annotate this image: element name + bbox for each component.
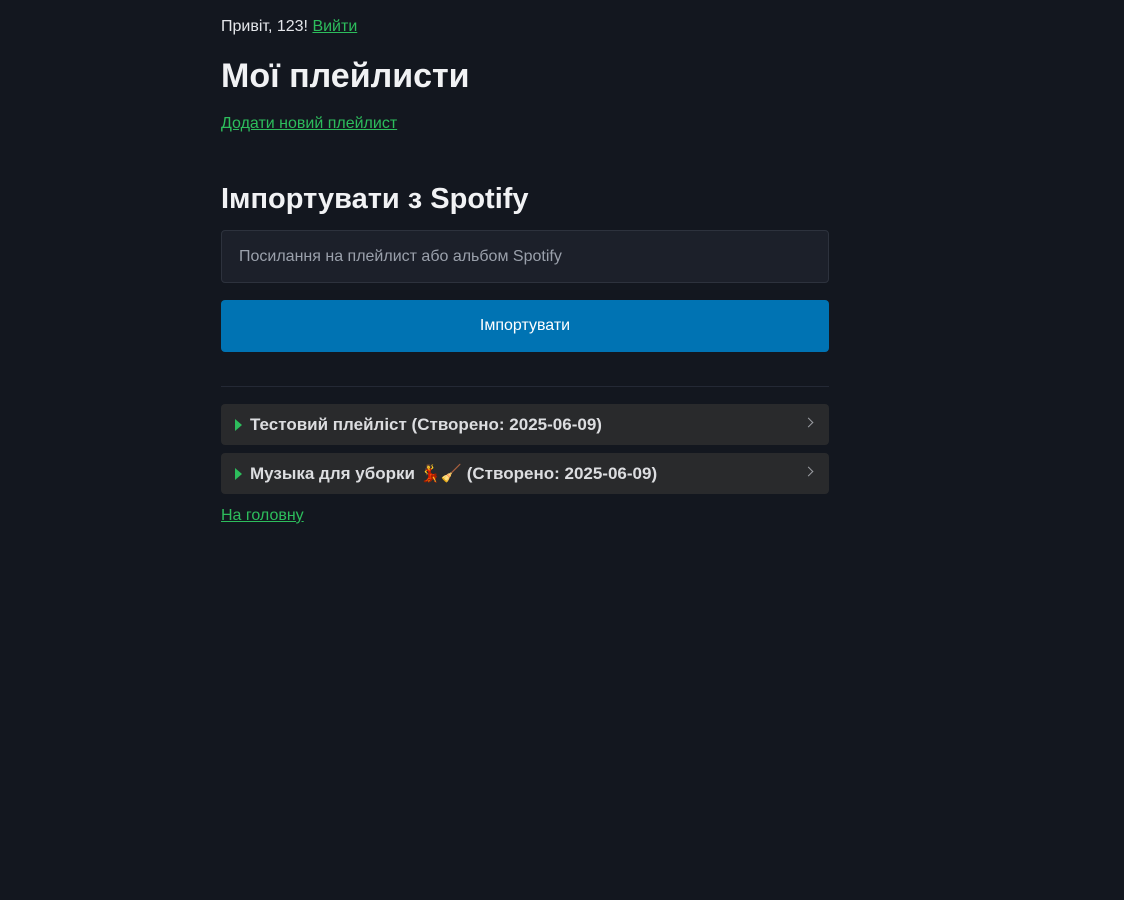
greeting-text: Привіт, 123! [221, 18, 308, 35]
caret-right-icon [235, 468, 242, 480]
add-playlist-link[interactable]: Додати новий плейлист [221, 114, 397, 134]
import-button[interactable]: Імпортувати [221, 300, 829, 352]
playlist-item[interactable]: Тестовий плейліст (Створено: 2025-06-09) [221, 404, 829, 445]
spotify-url-input[interactable] [221, 230, 829, 283]
home-link[interactable]: На головну [221, 506, 304, 526]
caret-right-icon [235, 419, 242, 431]
chevron-right-icon [803, 466, 814, 477]
spotify-import-title: Імпортувати з Spotify [221, 183, 529, 215]
divider [221, 386, 829, 387]
page-title: Мої плейлисти [221, 57, 470, 95]
logout-link[interactable]: Вийти [312, 18, 357, 35]
playlist-item[interactable]: Музыка для уборки 💃🧹 (Створено: 2025-06-… [221, 453, 829, 494]
greeting: Привіт, 123! Вийти [221, 17, 357, 37]
chevron-right-icon [803, 417, 814, 428]
playlist-title: Музыка для уборки 💃🧹 (Створено: 2025-06-… [250, 464, 658, 483]
playlist-title: Тестовий плейліст (Створено: 2025-06-09) [250, 415, 602, 434]
